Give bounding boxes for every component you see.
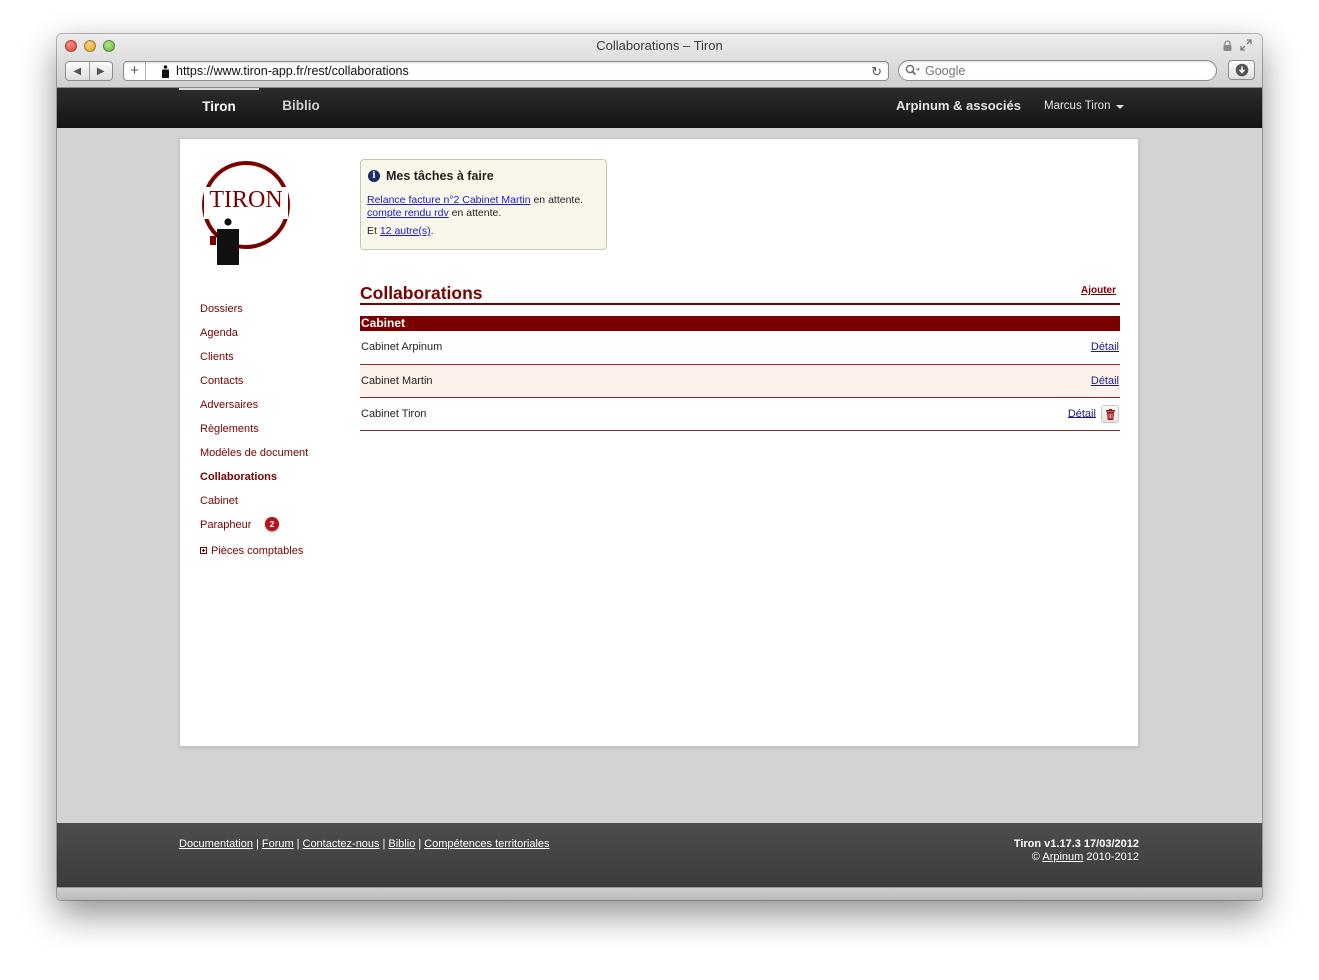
firm-name[interactable]: Arpinum & associés [896,98,1021,113]
url-text: https://www.tiron-app.fr/rest/collaborat… [176,64,409,78]
trash-icon [1106,408,1115,420]
row-actions: Détail [823,397,1120,431]
footer: Documentation | Forum | Contactez-nous | Bibli… [57,823,1262,887]
row-actions: Détail [823,364,1120,398]
table-group-header-row: Cabinet [360,316,1120,331]
sidebar-item-cabinet[interactable]: Cabinet [200,491,350,515]
main-content-card: TIRON Dossiers Agenda Clients Contacts A… [179,138,1139,747]
sidebar-item-clients[interactable]: Clients [200,347,350,371]
more-tasks-prefix: Et [367,225,377,237]
footer-links: Documentation | Forum | Contactez-nous | Bibli… [179,838,550,850]
detail-link[interactable]: Détail [1091,341,1119,353]
footer-link-competences[interactable]: Compétences territoriales [424,838,549,850]
add-bookmark-button[interactable]: + [124,62,146,80]
row-actions: Détail [823,331,1120,365]
copyright-symbol: © [1031,851,1040,863]
tiron-logo[interactable]: TIRON [200,159,292,265]
add-collaboration-link[interactable]: Ajouter [1081,285,1116,296]
tasks-title-text: Mes tâches à faire [386,169,494,183]
detail-link[interactable]: Détail [1068,407,1096,419]
svg-text:TIRON: TIRON [209,187,282,213]
task-item: Relance facture n°2 Cabinet Martin en at… [367,194,600,207]
nav-tab-tiron[interactable]: Tiron [179,88,259,128]
more-tasks-suffix: . [430,225,434,237]
web-page: Tiron Biblio Arpinum & associés Marcus T… [57,88,1262,900]
browser-window: Collaborations – Tiron ◀ ▶ + https://www… [57,34,1262,900]
sidebar-item-agenda[interactable]: Agenda [200,323,350,347]
sidebar-item-label: Pièces comptables [211,545,304,557]
expand-plus-icon[interactable] [200,547,207,554]
sidebar-item-contacts[interactable]: Contacts [200,371,350,395]
task-item: compte rendu rdv en attente. [367,207,600,220]
group-header: Cabinet [360,316,1120,331]
tasks-panel: i Mes tâches à faire Relance facture n°2… [360,159,607,250]
version-text: Tiron v1.17.3 17/03/2012 [1013,838,1139,850]
top-navigation: Tiron Biblio Arpinum & associés Marcus T… [57,88,1262,128]
window-title: Collaborations – Tiron [596,38,723,53]
footer-link-forum[interactable]: Forum [262,838,294,850]
user-menu[interactable]: Marcus Tiron [1044,100,1125,112]
caret-down-icon [1116,105,1125,109]
copyright: © Arpinum 2010-2012 [1014,851,1139,864]
more-tasks-link[interactable]: 12 autre(s) [380,225,431,237]
table-row: Cabinet Arpinum Détail [360,331,1120,365]
address-bar[interactable]: + https://www.tiron-app.fr/rest/collabor… [123,61,889,81]
version-info: Tiron v1.17.3 17/03/2012 © Arpinum 2010-… [1014,838,1139,864]
tasks-title: i Mes tâches à faire [367,169,600,183]
table-row: Cabinet Martin Détail [360,364,1120,398]
sidebar-nav: Dossiers Agenda Clients Contacts Adversa… [200,299,350,565]
user-name: Marcus Tiron [1044,100,1111,112]
search-icon [905,64,920,76]
detail-link[interactable]: Détail [1091,375,1119,387]
sidebar-item-pieces-comptables[interactable]: Pièces comptables [200,541,350,565]
reload-icon[interactable]: ↻ [871,64,882,80]
sidebar-item-modeles[interactable]: Modèles de document [200,443,350,467]
more-tasks: Et 12 autre(s). [367,225,600,238]
forward-button[interactable]: ▶ [88,62,113,80]
footer-link-documentation[interactable]: Documentation [179,838,253,850]
task-link[interactable]: compte rendu rdv [367,207,449,219]
info-icon: i [368,170,380,182]
collaboration-name: Cabinet Tiron [360,397,824,431]
back-button[interactable]: ◀ [66,62,89,80]
notification-badge: 2 [265,517,279,531]
site-favicon-icon [162,65,169,78]
search-bar[interactable] [898,60,1217,81]
delete-button[interactable] [1101,404,1119,423]
browser-titlebar: Collaborations – Tiron ◀ ▶ + https://www… [57,34,1262,88]
nav-tab-biblio[interactable]: Biblio [277,88,325,128]
sidebar-item-adversaires[interactable]: Adversaires [200,395,350,419]
page-title: Collaborations [360,283,483,303]
status-bar [57,887,1262,900]
footer-link-biblio[interactable]: Biblio [388,838,415,850]
collaborations-table: Cabinet Cabinet Arpinum Détail Cabinet M… [360,316,1120,431]
copyright-years: 2010-2012 [1086,851,1139,863]
footer-link-contact[interactable]: Contactez-nous [303,838,380,850]
title-divider [360,303,1120,305]
search-input[interactable] [925,61,1205,80]
sidebar-item-dossiers[interactable]: Dossiers [200,299,350,323]
sidebar-item-collaborations[interactable]: Collaborations [200,467,350,491]
sidebar-item-label: Parapheur [200,519,252,531]
arpinum-link[interactable]: Arpinum [1042,851,1083,863]
fullscreen-icon[interactable] [1240,39,1252,51]
collaboration-name: Cabinet Arpinum [360,331,824,365]
table-row: Cabinet Tiron Détail [360,397,1120,431]
download-icon [1235,63,1249,77]
sidebar-item-reglements[interactable]: Règlements [200,419,350,443]
task-status: en attente. [533,194,584,206]
task-status: en attente. [451,207,502,219]
sidebar-item-parapheur[interactable]: Parapheur 2 [200,515,350,539]
downloads-button[interactable] [1228,60,1255,80]
lock-icon [1223,40,1232,51]
back-forward-buttons: ◀ ▶ [65,61,113,81]
task-link[interactable]: Relance facture n°2 Cabinet Martin [367,194,531,206]
collaboration-name: Cabinet Martin [360,364,824,398]
